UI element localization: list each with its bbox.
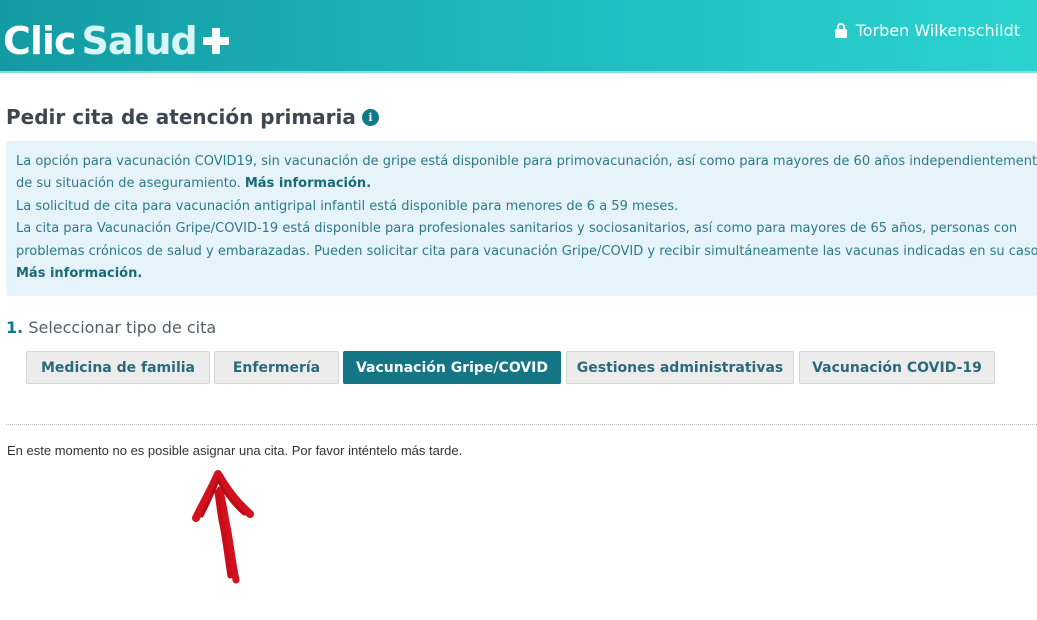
page-title-row: Pedir cita de atención primaria i bbox=[6, 103, 379, 131]
red-arrow-annotation bbox=[192, 470, 254, 584]
user-menu[interactable]: Torben Wilkenschildt bbox=[834, 19, 1020, 41]
notice-line: problemas crónicos de salud y embarazada… bbox=[16, 241, 1037, 263]
more-info-link[interactable]: Más información. bbox=[245, 176, 371, 191]
tab-vacunacion-gripe-covid[interactable]: Vacunación Gripe/COVID bbox=[343, 351, 561, 384]
page-title: Pedir cita de atención primaria bbox=[6, 105, 356, 129]
step-label: Seleccionar tipo de cita bbox=[28, 318, 217, 337]
notice-line: La opción para vacunación COVID19, sin v… bbox=[16, 151, 1037, 173]
logo-text-salud: Salud bbox=[81, 19, 197, 63]
notice-line: de su situación de aseguramiento. Más in… bbox=[16, 173, 1037, 195]
info-icon[interactable]: i bbox=[361, 108, 379, 126]
logo-text-clic: Clic bbox=[3, 19, 76, 63]
user-name: Torben Wilkenschildt bbox=[855, 20, 1020, 40]
info-notice: La opción para vacunación COVID19, sin v… bbox=[6, 141, 1037, 296]
app-header: Clic Salud Torben Wilkenschildt bbox=[0, 0, 1037, 73]
tab-enfermeria[interactable]: Enfermería bbox=[214, 351, 339, 384]
notice-text: La opción para vacunación COVID19, sin v… bbox=[16, 154, 1037, 169]
notice-text: La cita para Vacunación Gripe/COVID-19 e… bbox=[16, 221, 1018, 237]
notice-text: de su situación de aseguramiento. bbox=[16, 176, 241, 192]
status-message: En este momento no es posible asignar un… bbox=[7, 443, 463, 458]
notice-text: problemas crónicos de salud y embarazada… bbox=[16, 243, 1037, 259]
clicsalud-logo[interactable]: Clic Salud bbox=[3, 18, 229, 64]
notice-line: La solicitud de cita para vacunación ant… bbox=[16, 196, 1037, 218]
tab-gestiones-administrativas[interactable]: Gestiones administrativas bbox=[566, 351, 794, 384]
tab-medicina-de-familia[interactable]: Medicina de familia bbox=[26, 351, 210, 384]
plus-icon bbox=[202, 28, 229, 54]
more-info-link[interactable]: Más información. bbox=[16, 266, 142, 281]
lock-icon bbox=[834, 22, 847, 38]
notice-line: La cita para Vacunación Gripe/COVID-19 e… bbox=[16, 218, 1037, 240]
section-divider bbox=[6, 424, 1037, 425]
notice-line: Más información. bbox=[16, 263, 1037, 285]
notice-text: La solicitud de cita para vacunación ant… bbox=[16, 198, 679, 214]
step-number: 1. bbox=[6, 318, 24, 337]
tab-vacunacion-covid-19[interactable]: Vacunación COVID-19 bbox=[799, 351, 995, 384]
step-heading: 1. Seleccionar tipo de cita bbox=[6, 318, 216, 340]
